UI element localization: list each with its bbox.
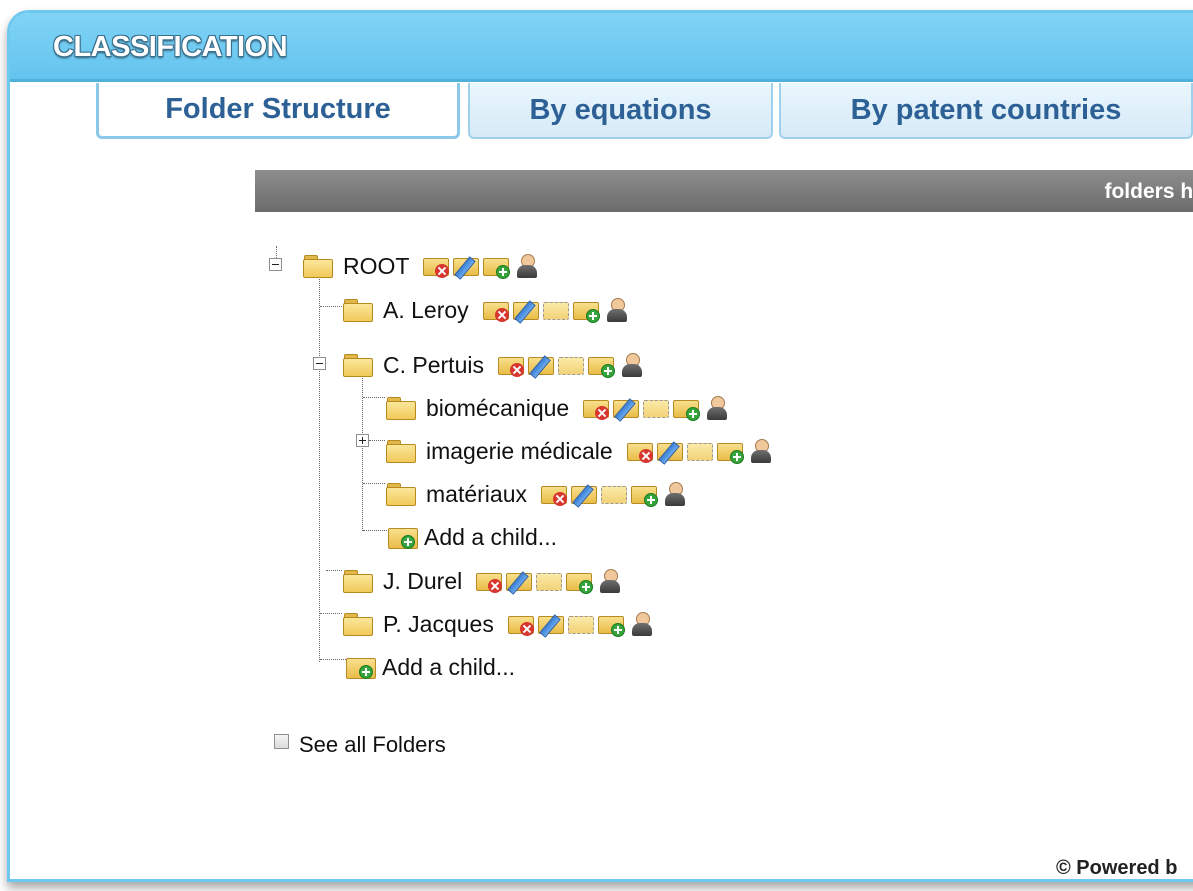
tree-connector xyxy=(326,570,342,571)
folder-add-icon[interactable] xyxy=(572,298,601,323)
folder-icon xyxy=(343,613,373,636)
tree-connector xyxy=(320,613,342,614)
user-icon[interactable] xyxy=(661,482,689,506)
add-child-link[interactable]: Add a child... xyxy=(346,650,515,684)
tab-folder-structure[interactable]: Folder Structure xyxy=(96,83,460,139)
user-icon[interactable] xyxy=(603,298,631,322)
folder-add-icon xyxy=(388,525,422,549)
folder-move-icon[interactable] xyxy=(542,298,571,322)
tree-node-materiaux[interactable]: matériaux xyxy=(386,477,691,511)
tree-node-label: biomécanique xyxy=(426,394,570,421)
folder-delete-icon[interactable] xyxy=(476,569,504,593)
user-icon[interactable] xyxy=(747,439,775,463)
panel-header: CLASSIFICATION xyxy=(10,13,1193,82)
folder-move-icon[interactable] xyxy=(686,439,715,463)
tree-connector xyxy=(319,279,320,662)
tree-node-label: P. Jacques xyxy=(383,610,494,637)
folder-add-icon[interactable] xyxy=(566,569,594,594)
panel-title: CLASSIFICATION xyxy=(53,31,288,63)
tree-node-c-pertuis[interactable]: C. Pertuis xyxy=(343,348,648,382)
folders-hierarchy-label: folders hi xyxy=(1104,180,1193,203)
folder-edit-icon[interactable] xyxy=(613,396,641,422)
folder-icon xyxy=(343,570,373,593)
folders-hierarchy-bar: folders hi xyxy=(255,170,1193,212)
folder-edit-icon[interactable] xyxy=(527,353,556,379)
folder-move-icon[interactable] xyxy=(557,353,586,377)
folder-add-icon[interactable] xyxy=(630,482,659,507)
see-all-label: See all Folders xyxy=(299,732,446,757)
tree-connector xyxy=(369,440,385,441)
tab-by-patent-countries[interactable]: By patent countries xyxy=(779,83,1193,139)
tree-node-p-jacques[interactable]: P. Jacques xyxy=(343,607,658,641)
see-all-checkbox[interactable] xyxy=(274,733,289,749)
user-icon[interactable] xyxy=(513,254,541,278)
tree-node-j-durel[interactable]: J. Durel xyxy=(343,564,626,598)
tree-node-root[interactable]: ROOT xyxy=(303,249,543,283)
folder-edit-icon[interactable] xyxy=(512,298,541,324)
add-child-label: Add a child... xyxy=(424,523,557,550)
folder-delete-icon[interactable] xyxy=(497,353,526,377)
see-all-folders[interactable]: See all Folders xyxy=(274,724,446,758)
add-child-link[interactable]: Add a child... xyxy=(388,520,557,554)
tree-node-label: ROOT xyxy=(343,252,410,279)
user-icon[interactable] xyxy=(628,612,656,636)
folder-add-icon[interactable] xyxy=(587,353,616,378)
folder-edit-icon[interactable] xyxy=(453,254,481,280)
folder-open-icon xyxy=(303,255,333,278)
tree-node-label: A. Leroy xyxy=(383,296,469,323)
user-icon[interactable] xyxy=(618,353,646,377)
tree-node-imagerie-medicale[interactable]: imagerie médicale xyxy=(386,434,777,468)
tree-connector xyxy=(363,397,385,398)
tree-connector xyxy=(320,659,346,660)
add-child-label: Add a child... xyxy=(382,653,515,680)
user-icon[interactable] xyxy=(596,569,624,593)
folder-add-icon[interactable] xyxy=(716,439,745,464)
tree-node-label: imagerie médicale xyxy=(426,437,613,464)
classification-panel: CLASSIFICATION Folder Structure By equat… xyxy=(7,10,1193,882)
folder-edit-icon[interactable] xyxy=(537,612,566,638)
tree-node-a-leroy[interactable]: A. Leroy xyxy=(343,293,633,327)
tree-node-label: C. Pertuis xyxy=(383,351,484,378)
collapse-toggle-icon[interactable] xyxy=(269,258,282,271)
folder-delete-icon[interactable] xyxy=(626,439,655,463)
folder-move-icon[interactable] xyxy=(600,482,629,506)
expand-toggle-icon[interactable] xyxy=(356,434,369,447)
folder-add-icon[interactable] xyxy=(673,396,701,421)
folder-delete-icon[interactable] xyxy=(423,254,451,278)
tree-connector xyxy=(320,306,342,307)
folder-icon xyxy=(386,483,416,506)
folder-edit-icon[interactable] xyxy=(656,439,685,465)
tree-node-biomecanique[interactable]: biomécanique xyxy=(386,391,733,425)
tree-node-label: J. Durel xyxy=(383,567,463,594)
folder-move-icon[interactable] xyxy=(567,612,596,636)
folder-move-icon[interactable] xyxy=(536,569,564,593)
tree-node-label: matériaux xyxy=(426,480,527,507)
folder-icon xyxy=(343,299,373,322)
folder-delete-icon[interactable] xyxy=(583,396,611,420)
tree-connector xyxy=(362,371,363,531)
folder-move-icon[interactable] xyxy=(643,396,671,420)
folder-add-icon xyxy=(346,655,380,679)
folder-delete-icon[interactable] xyxy=(482,298,511,322)
user-icon[interactable] xyxy=(703,396,731,420)
folder-delete-icon[interactable] xyxy=(507,612,536,636)
folder-open-icon xyxy=(343,354,373,377)
collapse-toggle-icon[interactable] xyxy=(313,357,326,370)
tree-connector xyxy=(276,246,277,258)
folder-edit-icon[interactable] xyxy=(506,569,534,595)
folder-delete-icon[interactable] xyxy=(540,482,569,506)
folder-add-icon[interactable] xyxy=(597,612,626,637)
tree-connector xyxy=(363,483,385,484)
folder-edit-icon[interactable] xyxy=(570,482,599,508)
tab-by-equations[interactable]: By equations xyxy=(468,83,773,139)
folder-add-icon[interactable] xyxy=(483,254,511,279)
folder-icon xyxy=(386,440,416,463)
powered-by-footer: © Powered b xyxy=(1056,857,1178,879)
folder-icon xyxy=(386,397,416,420)
tree-connector xyxy=(363,530,387,531)
